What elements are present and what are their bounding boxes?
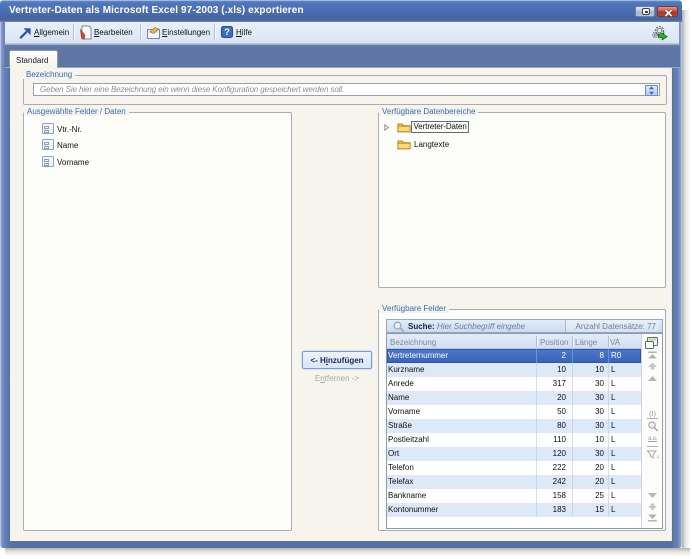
svg-text:?: ? — [224, 27, 230, 38]
